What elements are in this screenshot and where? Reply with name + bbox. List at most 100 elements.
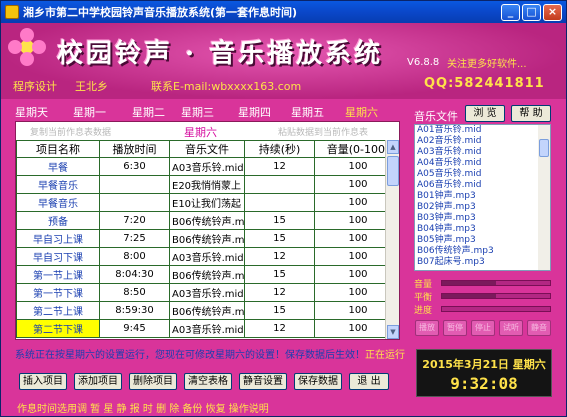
file-list-item[interactable]: B04钟声.mp3 xyxy=(415,224,550,235)
save-data-button[interactable]: 保存数据 xyxy=(294,373,342,390)
column-header[interactable]: 播放时间 xyxy=(99,140,170,158)
column-header[interactable]: 音乐文件 xyxy=(169,140,245,158)
cell-file[interactable]: E10让我们荡起 xyxy=(169,193,245,212)
scroll-up-icon[interactable]: ▲ xyxy=(387,140,399,154)
file-list-item[interactable]: A02音乐铃.mid xyxy=(415,136,550,147)
cell-duration[interactable]: 15 xyxy=(244,265,315,284)
cell-duration[interactable]: 12 xyxy=(244,319,315,338)
cell-file[interactable]: B06传统铃声.m xyxy=(169,265,245,284)
tab-tuesday[interactable]: 星期二 xyxy=(132,104,165,120)
exit-button[interactable]: 退 出 xyxy=(349,373,389,390)
cell-duration[interactable]: 12 xyxy=(244,283,315,302)
title-bar[interactable]: 湘乡市第二中学校园铃声音乐播放系统(第一套作息时间) _ □ × xyxy=(1,1,566,23)
file-list-item[interactable]: B06传统铃声.mp3 xyxy=(415,246,550,257)
browse-button[interactable]: 浏 览 xyxy=(465,105,505,122)
help-button[interactable]: 帮 助 xyxy=(511,105,551,122)
cell-name[interactable]: 早餐音乐 xyxy=(16,193,100,212)
cell-file[interactable]: A03音乐铃.mid xyxy=(169,247,245,266)
cell-duration[interactable]: 12 xyxy=(244,247,315,266)
file-list-item[interactable]: B01钟声.mp3 xyxy=(415,191,550,202)
cell-file[interactable]: A03音乐铃.mid xyxy=(169,283,245,302)
file-list-item[interactable]: A03音乐铃.mid xyxy=(415,147,550,158)
cell-name[interactable]: 第二节下课 xyxy=(16,319,100,338)
cell-file[interactable]: A03音乐铃.mid xyxy=(169,319,245,338)
file-list-item[interactable]: A05音乐铃.mid xyxy=(415,169,550,180)
close-button[interactable]: × xyxy=(543,3,562,21)
cell-file[interactable]: E20我悄悄蒙上 xyxy=(169,175,245,194)
cell-time[interactable]: 8:00 xyxy=(99,247,170,266)
table-row[interactable]: 早自习上课 7:25 B06传统铃声.m 15 100 xyxy=(16,229,399,248)
column-header[interactable]: 项目名称 xyxy=(16,140,100,158)
preview-button[interactable]: 试听 xyxy=(499,320,523,336)
cell-duration[interactable]: 15 xyxy=(244,301,315,320)
scroll-down-icon[interactable]: ▼ xyxy=(387,325,399,339)
scroll-thumb[interactable] xyxy=(387,156,399,186)
cell-file[interactable]: B06传统铃声.m xyxy=(169,211,245,230)
tab-sunday[interactable]: 星期天 xyxy=(15,104,48,120)
cell-duration[interactable]: 15 xyxy=(244,211,315,230)
file-list-item[interactable]: A01音乐铃.mid xyxy=(415,125,550,136)
cell-time[interactable]: 7:20 xyxy=(99,211,170,230)
file-list-item[interactable]: A06音乐铃.mid xyxy=(415,180,550,191)
cell-time[interactable] xyxy=(99,175,170,194)
tab-saturday[interactable]: 星期六 xyxy=(345,104,378,120)
music-file-list[interactable]: A01音乐铃.mid A02音乐铃.mid A03音乐铃.mid A04音乐铃.mid… xyxy=(414,124,551,271)
cell-file[interactable]: B06传统铃声.m xyxy=(169,229,245,248)
cell-time[interactable]: 8:59:30 xyxy=(99,301,170,320)
table-row[interactable]: 第二节上课 8:59:30 B06传统铃声.m 15 100 xyxy=(16,301,399,320)
clear-table-button[interactable]: 清空表格 xyxy=(184,373,232,390)
cell-name[interactable]: 第二节上课 xyxy=(16,301,100,320)
cell-name[interactable]: 早自习上课 xyxy=(16,229,100,248)
table-row[interactable]: 第一节上课 8:04:30 B06传统铃声.m 15 100 xyxy=(16,265,399,284)
file-list-item[interactable]: B05钟声.mp3 xyxy=(415,235,550,246)
tab-thursday[interactable]: 星期四 xyxy=(238,104,271,120)
cell-time[interactable] xyxy=(99,193,170,212)
cell-file[interactable]: A03音乐铃.mid xyxy=(169,157,245,176)
tab-monday[interactable]: 星期一 xyxy=(73,104,106,120)
column-header[interactable]: 持续(秒) xyxy=(244,140,315,158)
cell-time[interactable]: 8:04:30 xyxy=(99,265,170,284)
table-row[interactable]: 早餐音乐 E20我悄悄蒙上 100 xyxy=(16,175,399,194)
table-row[interactable]: 早自习下课 8:00 A03音乐铃.mid 12 100 xyxy=(16,247,399,266)
cell-time[interactable]: 9:45 xyxy=(99,319,170,338)
file-list-scroll-thumb[interactable] xyxy=(539,139,549,157)
add-item-button[interactable]: 添加项目 xyxy=(74,373,122,390)
cell-duration[interactable]: 15 xyxy=(244,229,315,248)
cell-time[interactable]: 7:25 xyxy=(99,229,170,248)
cell-duration[interactable] xyxy=(244,175,315,194)
progress-slider[interactable] xyxy=(441,306,551,312)
file-list-item[interactable]: B07起床号.mp3 xyxy=(415,257,550,268)
volume-slider[interactable] xyxy=(441,280,551,286)
cell-duration[interactable] xyxy=(244,193,315,212)
cell-name[interactable]: 早餐音乐 xyxy=(16,175,100,194)
file-list-item[interactable]: A04音乐铃.mid xyxy=(415,158,550,169)
file-list-scrollbar[interactable] xyxy=(538,125,550,270)
table-row[interactable]: 早餐 6:30 A03音乐铃.mid 12 100 xyxy=(16,157,399,176)
table-row[interactable]: 早餐音乐 E10让我们荡起 100 xyxy=(16,193,399,212)
maximize-button[interactable]: □ xyxy=(522,3,541,21)
table-row[interactable]: 第一节下课 8:50 A03音乐铃.mid 12 100 xyxy=(16,283,399,302)
cell-name[interactable]: 早餐 xyxy=(16,157,100,176)
file-list-item[interactable]: B03钟声.mp3 xyxy=(415,213,550,224)
mute-button[interactable]: 静音 xyxy=(527,320,551,336)
cell-name[interactable]: 预备 xyxy=(16,211,100,230)
table-row[interactable]: 第二节下课 9:45 A03音乐铃.mid 12 100 xyxy=(16,319,399,338)
cell-time[interactable]: 6:30 xyxy=(99,157,170,176)
play-button[interactable]: 播放 xyxy=(415,320,439,336)
balance-slider[interactable] xyxy=(441,293,551,299)
tab-friday[interactable]: 星期五 xyxy=(291,104,324,120)
mute-settings-button[interactable]: 静音设置 xyxy=(239,373,287,390)
minimize-button[interactable]: _ xyxy=(501,3,520,21)
delete-item-button[interactable]: 删除项目 xyxy=(129,373,177,390)
cell-file[interactable]: B06传统铃声.m xyxy=(169,301,245,320)
pause-button[interactable]: 暂停 xyxy=(443,320,467,336)
cell-time[interactable]: 8:50 xyxy=(99,283,170,302)
table-scrollbar[interactable]: ▲ ▼ xyxy=(385,140,399,339)
cell-duration[interactable]: 12 xyxy=(244,157,315,176)
insert-item-button[interactable]: 插入项目 xyxy=(19,373,67,390)
cell-name[interactable]: 早自习下课 xyxy=(16,247,100,266)
cell-name[interactable]: 第一节上课 xyxy=(16,265,100,284)
stop-button[interactable]: 停止 xyxy=(471,320,495,336)
cell-name[interactable]: 第一节下课 xyxy=(16,283,100,302)
copy-data-link[interactable]: 复制当前作息表数据 xyxy=(30,125,111,138)
